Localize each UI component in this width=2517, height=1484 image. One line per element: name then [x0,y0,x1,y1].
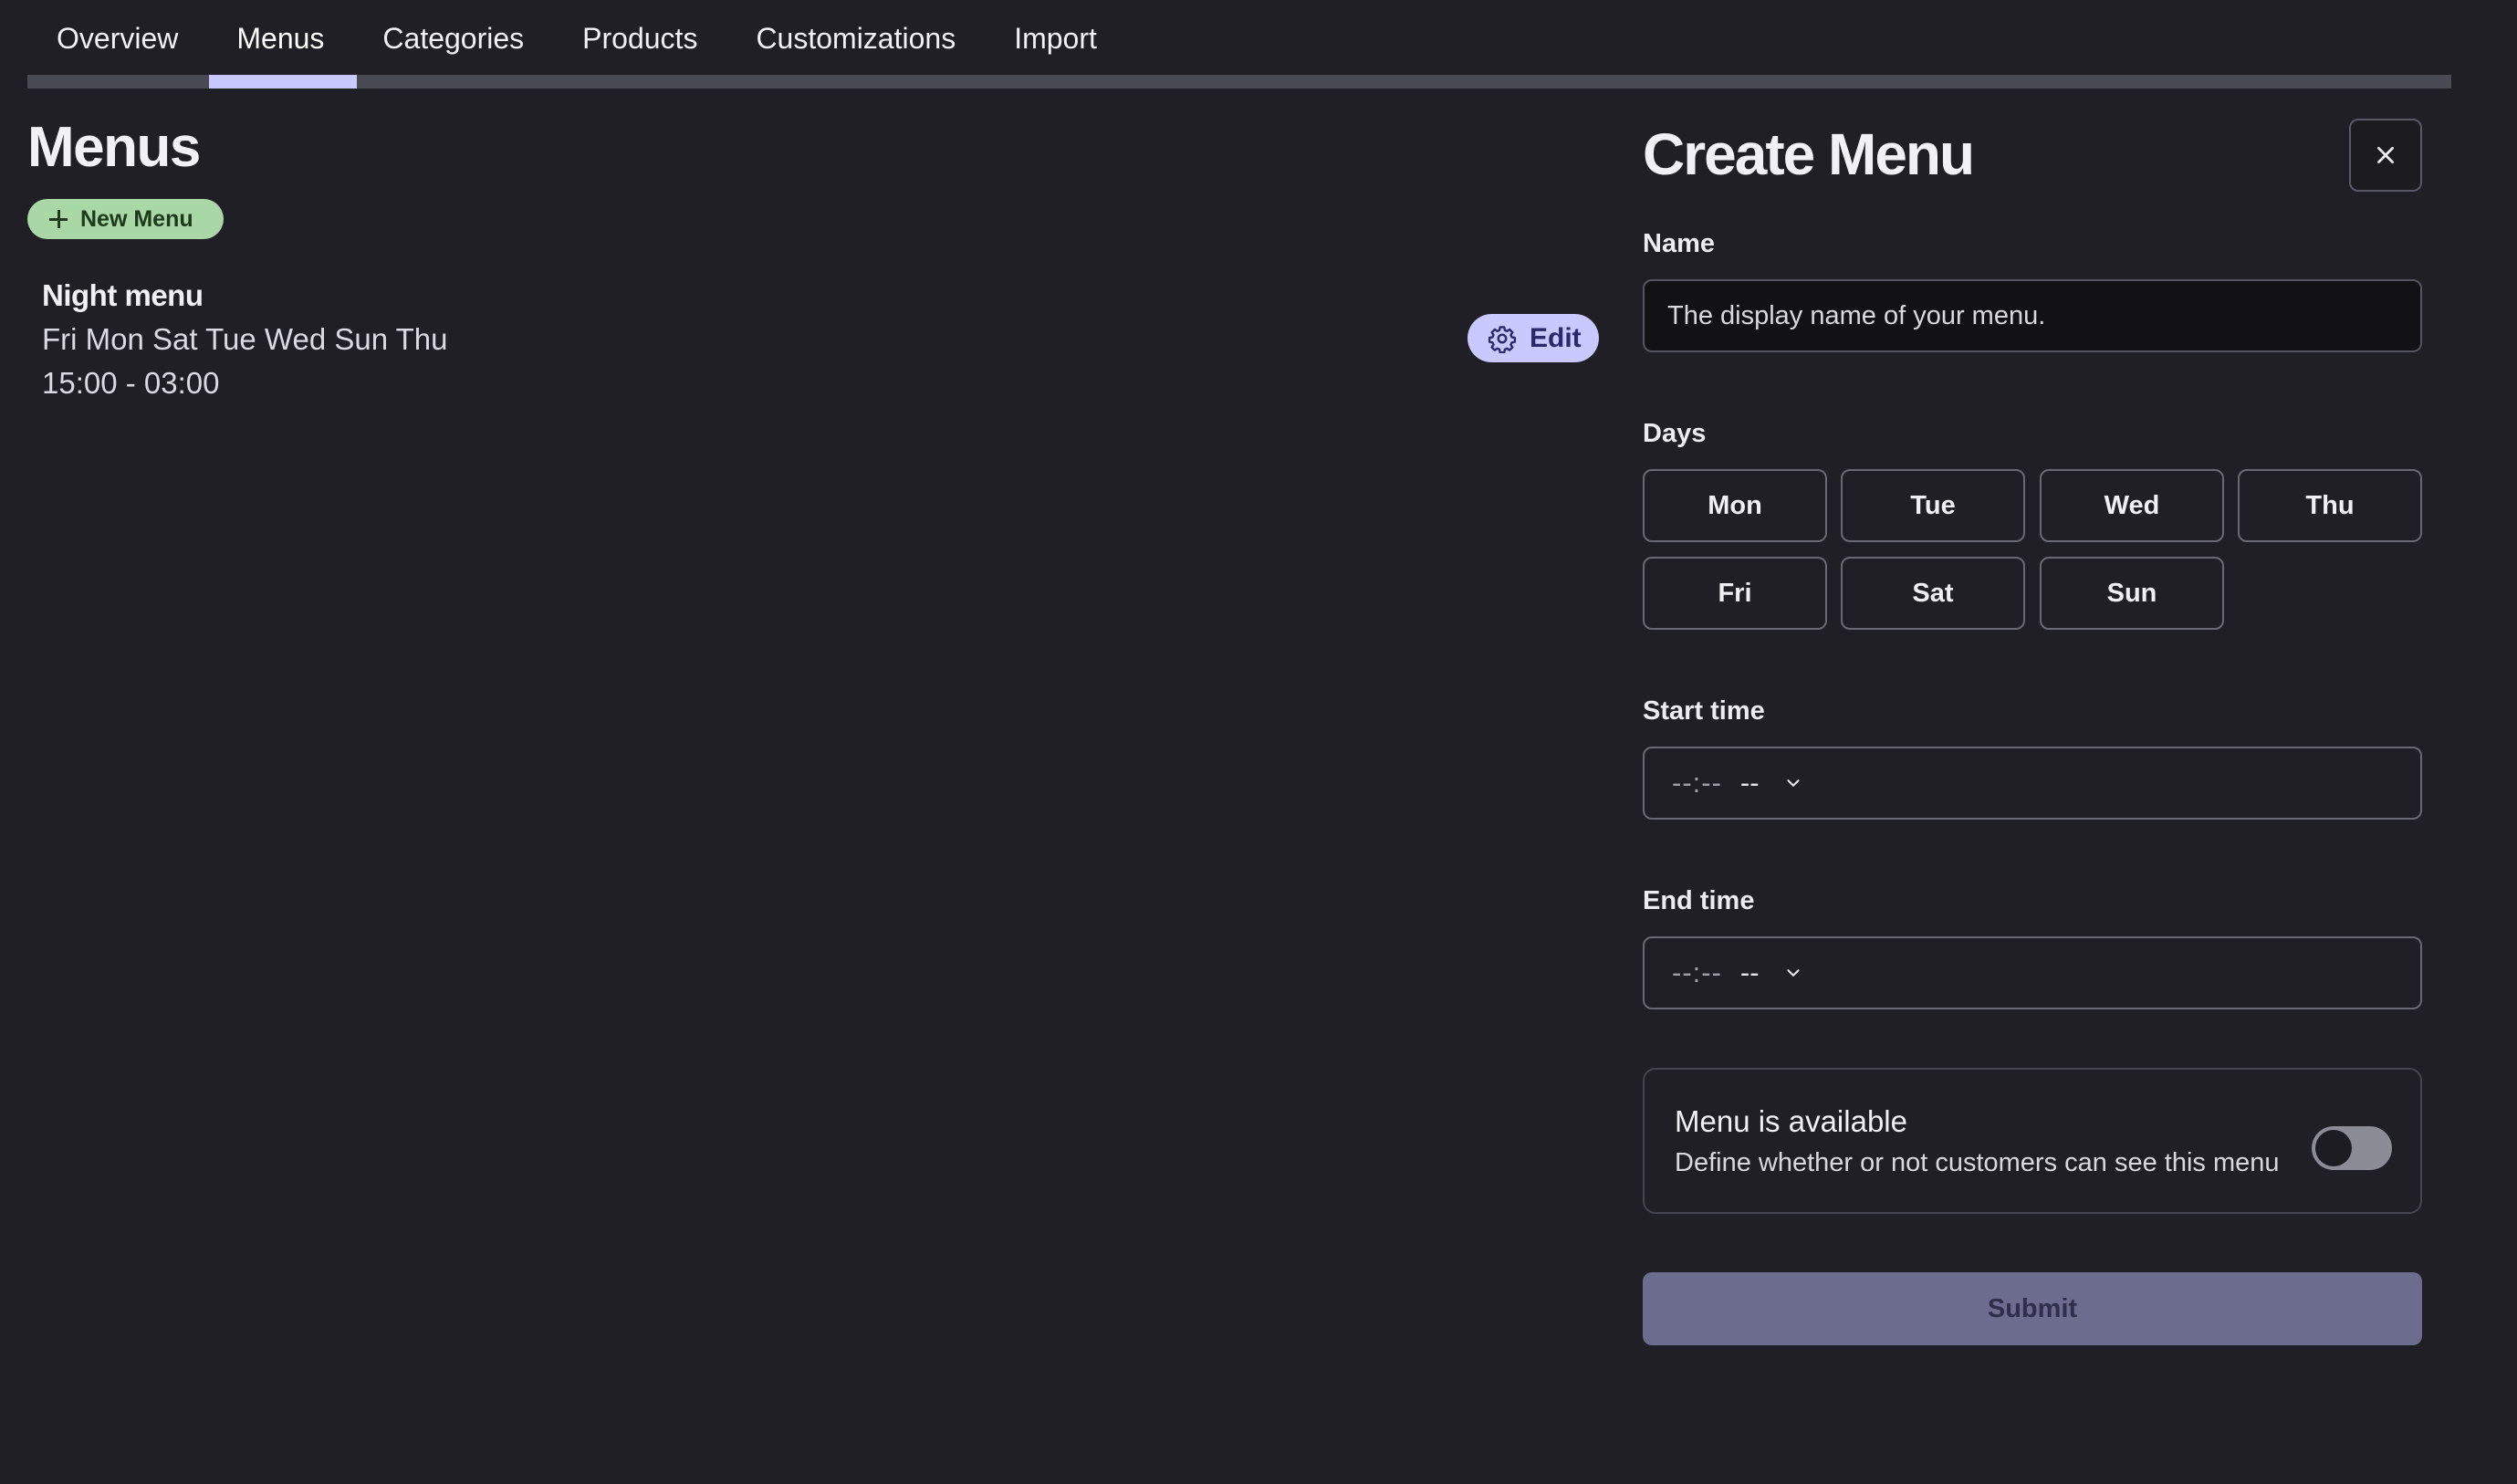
day-sun-button[interactable]: Sun [2040,557,2224,630]
top-nav: Overview Menus Categories Products Custo… [27,0,2451,89]
tab-categories[interactable]: Categories [353,0,553,77]
tab-overview[interactable]: Overview [27,0,207,77]
menu-hours: 15:00 - 03:00 [42,366,220,400]
day-thu-button[interactable]: Thu [2238,469,2422,542]
submit-button[interactable]: Submit [1643,1272,2422,1345]
name-input[interactable] [1643,279,2422,352]
edit-menu-button[interactable]: Edit [1467,314,1599,362]
start-time-label: Start time [1643,696,1765,726]
availability-card: Menu is available Define whether or not … [1643,1068,2422,1214]
day-sat-button[interactable]: Sat [1841,557,2025,630]
edit-label: Edit [1530,322,1582,353]
close-button[interactable] [2349,119,2422,192]
list-item: Night menu Fri Mon Sat Tue Wed Sun Thu 1… [42,274,448,405]
tab-track [27,75,2451,89]
form-title: Create Menu [1643,121,1975,187]
days-label: Days [1643,419,1707,448]
close-icon [2377,147,2394,163]
tab-products[interactable]: Products [553,0,726,77]
start-time-ampm: -- [1739,767,1760,799]
tab-import[interactable]: Import [985,0,1126,77]
availability-toggle[interactable] [2312,1126,2392,1170]
menu-name: Night menu [42,278,204,312]
chevron-down-icon [1786,779,1800,787]
end-time-input[interactable]: --:-- -- [1643,936,2422,1009]
start-time-input[interactable]: --:-- -- [1643,747,2422,820]
toggle-knob [2315,1130,2352,1166]
start-time-placeholder: --:-- [1672,767,1722,799]
tab-customizations[interactable]: Customizations [726,0,985,77]
day-fri-button[interactable]: Fri [1643,557,1827,630]
new-menu-button[interactable]: New Menu [27,199,224,239]
gear-icon [1488,325,1517,353]
day-wed-button[interactable]: Wed [2040,469,2224,542]
nav-tabs: Overview Menus Categories Products Custo… [27,0,2451,77]
end-time-label: End time [1643,886,1755,915]
plus-icon [47,208,69,230]
end-time-ampm: -- [1739,956,1760,988]
new-menu-label: New Menu [80,205,193,232]
name-label: Name [1643,229,1715,258]
day-mon-button[interactable]: Mon [1643,469,1827,542]
availability-description: Define whether or not customers can see … [1675,1148,2280,1177]
page-title: Menus [27,116,201,179]
active-tab-indicator [209,75,357,89]
tab-menus[interactable]: Menus [207,0,353,77]
day-tue-button[interactable]: Tue [1841,469,2025,542]
menu-days: Fri Mon Sat Tue Wed Sun Thu [42,322,448,356]
end-time-placeholder: --:-- [1672,956,1722,988]
chevron-down-icon [1786,969,1800,977]
availability-title: Menu is available [1675,1104,1907,1138]
